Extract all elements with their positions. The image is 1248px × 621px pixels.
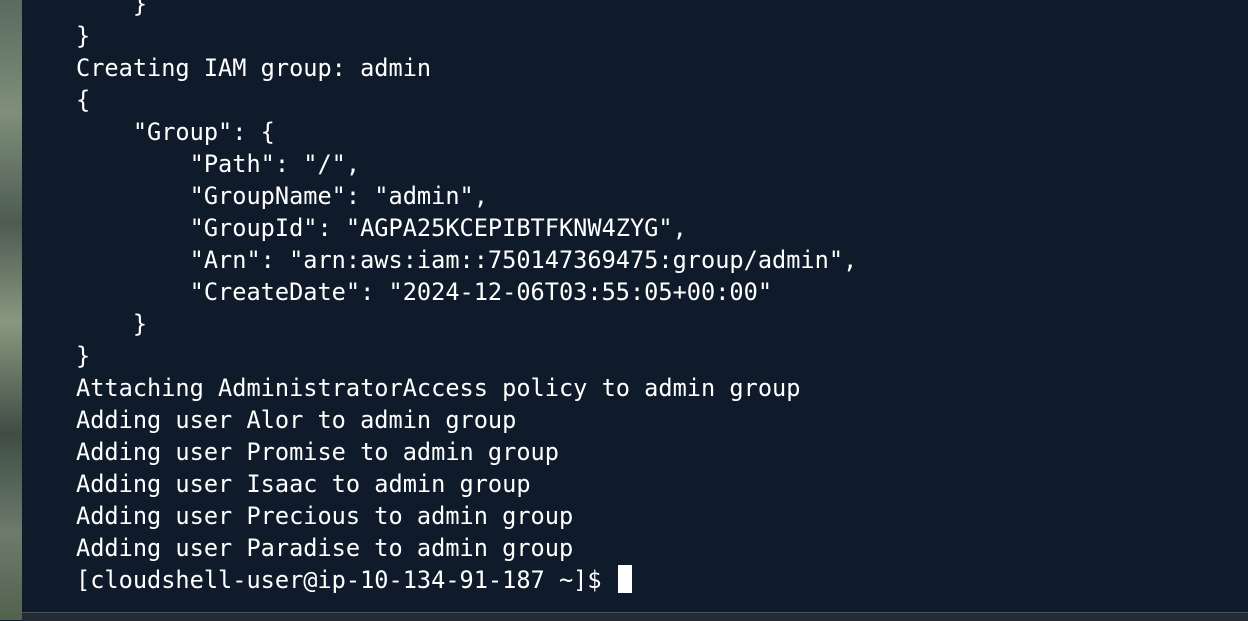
terminal-window[interactable]: } } Creating IAM group: admin { "Group":… xyxy=(22,0,1248,612)
output-line: { xyxy=(76,86,91,114)
output-line: } xyxy=(76,0,148,18)
output-line: "Group": { xyxy=(76,118,275,146)
output-line: "GroupId": "AGPA25KCEPIBTFKNW4ZYG", xyxy=(76,214,687,242)
output-line: Adding user Isaac to admin group xyxy=(76,470,531,498)
output-line: } xyxy=(76,22,91,50)
output-line: "CreateDate": "2024-12-06T03:55:05+00:00… xyxy=(76,278,773,306)
output-line: "Arn": "arn:aws:iam::750147369475:group/… xyxy=(76,246,858,274)
output-line: Adding user Promise to admin group xyxy=(76,438,559,466)
output-line: } xyxy=(76,310,148,338)
output-line: "Path": "/", xyxy=(76,150,361,178)
text-cursor xyxy=(617,565,632,593)
output-line: } xyxy=(76,342,91,370)
output-line: Adding user Paradise to admin group xyxy=(76,534,574,562)
output-line: "GroupName": "admin", xyxy=(76,182,488,210)
output-line: Adding user Precious to admin group xyxy=(76,502,574,530)
output-line: Attaching AdministratorAccess policy to … xyxy=(76,374,801,402)
terminal-output: } } Creating IAM group: admin { "Group":… xyxy=(76,0,857,596)
output-line: Creating IAM group: admin xyxy=(76,54,432,82)
shell-prompt: [cloudshell-user@ip-10-134-91-187 ~]$ xyxy=(76,566,616,594)
prompt-line[interactable]: [cloudshell-user@ip-10-134-91-187 ~]$ xyxy=(76,564,857,596)
desktop-background xyxy=(0,0,22,620)
output-line: Adding user Alor to admin group xyxy=(76,406,517,434)
